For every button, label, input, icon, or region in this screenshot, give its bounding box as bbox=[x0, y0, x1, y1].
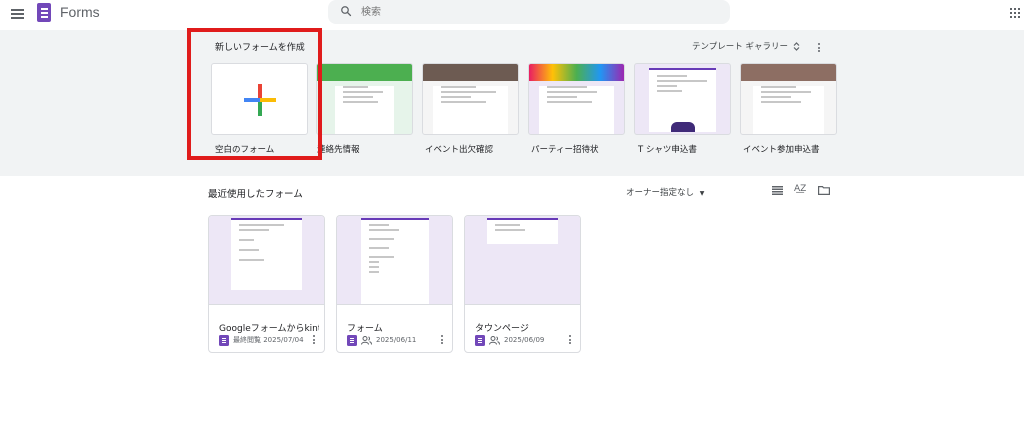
folder-icon[interactable] bbox=[818, 186, 830, 195]
app-title[interactable]: Forms bbox=[60, 4, 100, 20]
template-label[interactable]: 連絡先情報 bbox=[317, 143, 360, 155]
template-contact-info[interactable] bbox=[316, 63, 413, 135]
top-bar: Forms bbox=[0, 0, 1024, 30]
template-label[interactable]: T シャツ申込書 bbox=[638, 143, 697, 155]
owner-filter-dropdown[interactable]: オーナー指定なし ▼ bbox=[626, 186, 704, 198]
recent-forms-title: 最近使用したフォーム bbox=[208, 189, 303, 200]
form-meta-text: 2025/06/09 bbox=[504, 336, 545, 344]
sort-arrows-icon bbox=[793, 41, 800, 51]
recent-form-card[interactable]: フォーム 2025/06/11 bbox=[336, 215, 453, 353]
list-view-icon[interactable] bbox=[772, 186, 783, 195]
form-title: タウンページ bbox=[475, 324, 529, 334]
form-meta: 2025/06/09 bbox=[475, 334, 544, 346]
template-event-registration[interactable] bbox=[740, 63, 837, 135]
template-label[interactable]: イベント出欠確認 bbox=[425, 143, 493, 155]
gallery-link-label: テンプレート ギャラリー bbox=[692, 42, 788, 52]
highlight-annotation bbox=[187, 28, 322, 160]
form-thumbnail bbox=[337, 216, 452, 305]
form-title: Googleフォームからkintone bbox=[219, 324, 319, 334]
form-thumbnail bbox=[209, 216, 324, 305]
template-label[interactable]: パーティー招待状 bbox=[531, 143, 599, 155]
shared-people-icon bbox=[489, 335, 500, 345]
shared-people-icon bbox=[361, 335, 372, 345]
search-input[interactable] bbox=[361, 3, 701, 21]
recent-form-card[interactable]: タウンページ 2025/06/09 bbox=[464, 215, 581, 353]
gallery-more-icon[interactable] bbox=[818, 43, 822, 52]
template-event-rsvp[interactable] bbox=[422, 63, 519, 135]
search-bar[interactable] bbox=[328, 0, 730, 24]
form-meta-text: 最終閲覧 2025/07/04 bbox=[233, 336, 304, 344]
form-meta: 最終閲覧 2025/07/04 bbox=[219, 334, 304, 346]
forms-logo-icon bbox=[475, 334, 485, 346]
form-more-icon[interactable] bbox=[441, 335, 445, 344]
apps-grid-icon[interactable] bbox=[1010, 8, 1020, 18]
template-gallery-button[interactable]: テンプレート ギャラリー bbox=[692, 40, 800, 52]
template-label[interactable]: イベント参加申込書 bbox=[743, 143, 820, 155]
dropdown-arrow-icon: ▼ bbox=[699, 190, 705, 197]
form-more-icon[interactable] bbox=[313, 335, 317, 344]
search-icon[interactable] bbox=[340, 5, 352, 17]
sort-az-icon[interactable]: A͟Z bbox=[794, 184, 806, 194]
form-title: フォーム bbox=[347, 324, 383, 334]
menu-icon[interactable] bbox=[11, 9, 24, 19]
form-more-icon[interactable] bbox=[569, 335, 573, 344]
form-meta: 2025/06/11 bbox=[347, 334, 416, 346]
recent-form-card[interactable]: Googleフォームからkintone 最終閲覧 2025/07/04 bbox=[208, 215, 325, 353]
form-thumbnail bbox=[465, 216, 580, 305]
owner-filter-label: オーナー指定なし bbox=[626, 188, 695, 198]
template-party-invite[interactable] bbox=[528, 63, 625, 135]
forms-logo-icon[interactable] bbox=[37, 3, 51, 22]
form-meta-text: 2025/06/11 bbox=[376, 336, 417, 344]
template-gallery: 新しいフォームを作成 テンプレート ギャラリー 空白のフォーム 連絡先情報 イベ… bbox=[0, 30, 1024, 176]
forms-logo-icon bbox=[219, 334, 229, 346]
template-tshirt-order[interactable] bbox=[634, 63, 731, 135]
forms-logo-icon bbox=[347, 334, 357, 346]
